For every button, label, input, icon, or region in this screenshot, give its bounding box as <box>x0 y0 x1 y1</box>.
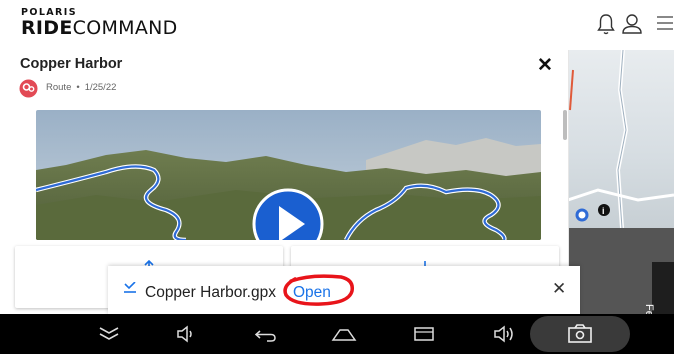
open-download-button[interactable]: Open <box>293 284 331 302</box>
download-notification-bar: Copper Harbor.gpx Open ✕ <box>108 266 580 316</box>
feedback-tab[interactable]: Feedb <box>643 262 674 335</box>
screenshot-icon <box>568 324 592 343</box>
volume-up-icon[interactable] <box>488 314 520 354</box>
dismiss-download-button[interactable]: ✕ <box>552 279 566 299</box>
screenshot-button[interactable] <box>530 316 630 352</box>
hide-keyboard-icon[interactable] <box>93 314 125 354</box>
volume-down-icon[interactable] <box>170 314 202 354</box>
route-pin-icon <box>19 79 38 98</box>
home-icon[interactable] <box>328 314 360 354</box>
close-panel-button[interactable]: ✕ <box>537 54 553 77</box>
bell-icon[interactable] <box>596 12 616 36</box>
back-icon[interactable] <box>250 314 282 354</box>
svg-text:i: i <box>602 206 605 216</box>
route-type: Route <box>46 82 72 93</box>
route-video-thumbnail[interactable] <box>36 110 541 240</box>
polaris-ride-command-logo: POLARIS RIDECOMMAND <box>21 8 178 38</box>
download-done-icon <box>123 281 137 297</box>
user-icon[interactable] <box>621 12 643 36</box>
route-date: 1/25/22 <box>84 82 117 93</box>
menu-icon[interactable] <box>656 14 674 32</box>
app-header: POLARIS RIDECOMMAND <box>0 0 674 51</box>
meta-separator: • <box>76 82 80 93</box>
logo-ridecommand-text: RIDECOMMAND <box>21 16 178 39</box>
map-background[interactable]: i <box>568 50 674 228</box>
panel-scrollbar[interactable] <box>563 110 567 140</box>
map-roads: i <box>568 50 674 228</box>
download-filename: Copper Harbor.gpx <box>145 284 276 301</box>
route-title: Copper Harbor <box>20 56 123 72</box>
logo-command-text: COMMAND <box>72 16 178 39</box>
recents-icon[interactable] <box>408 314 440 354</box>
ride-command-app: POLARIS RIDECOMMAND i Feedb <box>0 0 674 354</box>
route-meta: Route • 1/25/22 <box>46 82 116 93</box>
play-icon[interactable] <box>252 188 324 240</box>
android-navigation-bar <box>0 314 674 354</box>
logo-ride-text: RIDE <box>21 16 73 39</box>
